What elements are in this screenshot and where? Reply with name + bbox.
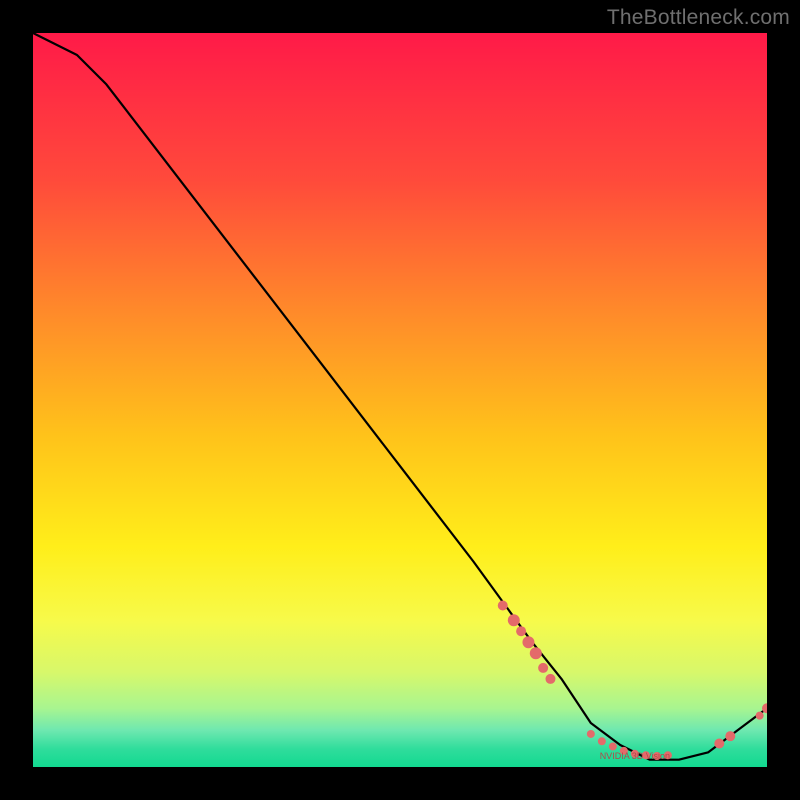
plot-area: NVIDIA 3D Vision [33,33,767,767]
marker-point [756,712,764,720]
chart-frame: NVIDIA 3D Vision TheBottleneck.com [0,0,800,800]
chart-svg: NVIDIA 3D Vision [33,33,767,767]
dense-label: NVIDIA 3D Vision [600,751,670,761]
marker-point [516,626,526,636]
marker-point [598,737,606,745]
marker-point [609,742,617,750]
marker-point [522,636,534,648]
marker-point [508,614,520,626]
marker-point [530,647,542,659]
marker-point [545,674,555,684]
marker-point [538,663,548,673]
watermark-text: TheBottleneck.com [607,6,790,30]
marker-point [587,730,595,738]
marker-layer [498,601,767,760]
marker-point [725,731,735,741]
curve-layer [33,33,767,760]
marker-point [498,601,508,611]
bottleneck-curve [33,33,767,760]
marker-point [714,739,724,749]
